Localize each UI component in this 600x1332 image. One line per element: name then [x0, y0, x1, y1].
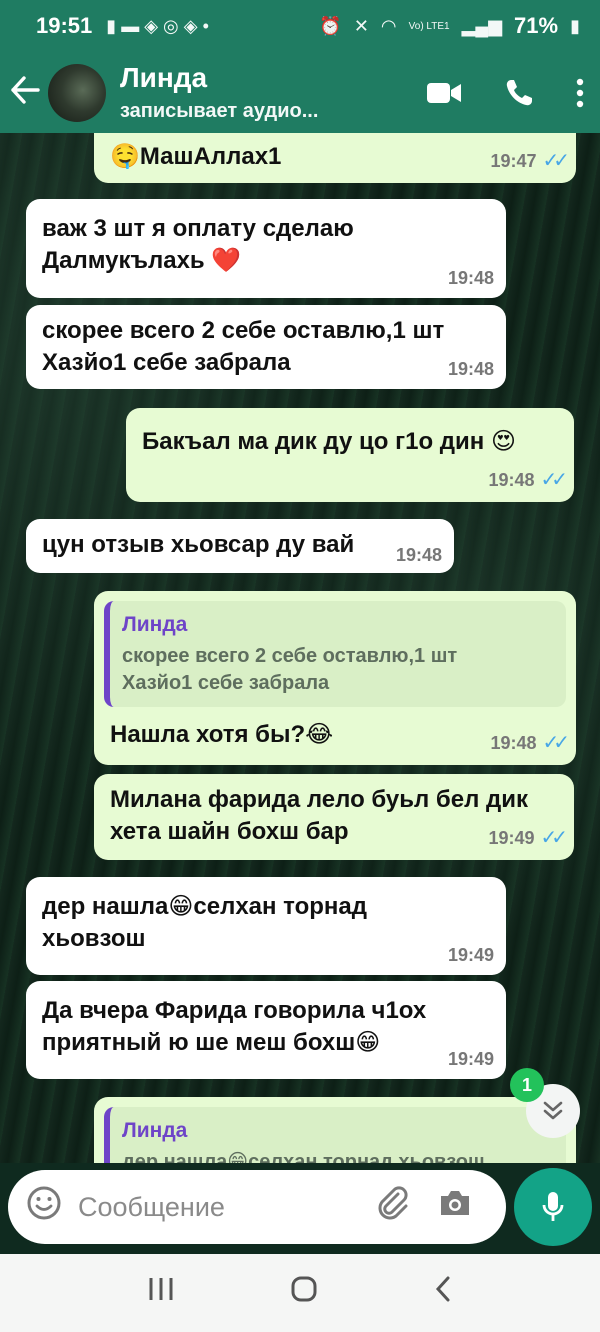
message-input[interactable] — [78, 1191, 348, 1223]
video-call-icon[interactable] — [426, 81, 462, 105]
network-label: Vo) LTE1 — [408, 20, 450, 32]
contact-status: записывает аудио... — [120, 100, 319, 122]
recent-apps-icon[interactable] — [147, 1276, 175, 1310]
message-bubble[interactable]: Да вчера Фарида говорила ч1ох приятный ю… — [26, 981, 506, 1079]
quote-text: скорее всего 2 себе оставлю,1 шт Хазйо1 … — [122, 645, 458, 695]
more-vert-icon[interactable] — [576, 78, 584, 108]
message-bubble[interactable]: цун отзыв хьовсар ду вай 19:48 — [26, 519, 454, 573]
message-bubble[interactable]: важ 3 шт я оплату сделаю Далмукълахь ❤️ … — [26, 199, 506, 298]
message-text: дер нашла😁селхан торнад хьовзош — [42, 893, 368, 953]
chat-toolbar: Линда записывает аудио... — [0, 52, 600, 133]
status-notification-icons: ▮ ▬ ◈ ◎ ◈ • — [106, 15, 209, 36]
message-text: Да вчера Фарида говорила ч1ох приятный ю… — [42, 997, 427, 1057]
status-bar: 19:51 ▮ ▬ ◈ ◎ ◈ • ⏰ ✕ ◠ Vo) LTE1 ▂▄▆ 71%… — [0, 0, 600, 52]
camera-icon[interactable] — [438, 1188, 472, 1226]
phone-icon[interactable] — [504, 78, 534, 108]
double-check-icon: ✓✓ — [540, 469, 567, 491]
message-time: 19:49 — [447, 1048, 494, 1069]
emoji-icon[interactable] — [26, 1185, 62, 1230]
message-bubble[interactable]: Милана фарида лело буьл бел дик хета шай… — [94, 774, 574, 860]
message-text: Бакъал ма дик ду цо г1о дин 😍 — [142, 428, 516, 455]
status-time: 19:51 — [36, 13, 93, 38]
system-nav-bar — [0, 1254, 600, 1332]
avatar[interactable] — [48, 63, 106, 122]
battery-level: 71% — [514, 13, 559, 38]
signal-icon: ▂▄▆ — [461, 15, 503, 36]
top-bar: 19:51 ▮ ▬ ◈ ◎ ◈ • ⏰ ✕ ◠ Vo) LTE1 ▂▄▆ 71%… — [0, 0, 600, 133]
paperclip-icon[interactable] — [376, 1186, 410, 1228]
message-text: скорее всего 2 себе оставлю,1 шт Хазйо1 … — [42, 317, 445, 377]
back-nav-icon[interactable] — [433, 1275, 453, 1311]
message-time: 19:48 — [488, 470, 535, 491]
message-text: цун отзыв хьовсар ду вай — [42, 531, 355, 558]
quoted-message[interactable]: Линда дер нашла😁селхан торнад хьовзош — [104, 1107, 566, 1163]
message-text: важ 3 шт я оплату сделаю Далмукълахь ❤️ — [42, 215, 354, 275]
double-check-icon: ✓✓ — [542, 150, 569, 172]
message-time: 19:48 — [395, 544, 442, 565]
quoted-message[interactable]: Линда скорее всего 2 себе оставлю,1 шт Х… — [104, 601, 566, 708]
message-time: 19:48 — [490, 733, 537, 754]
contact-name: Линда — [120, 62, 208, 93]
alarm-icon: ⏰ — [319, 15, 342, 36]
message-bubble[interactable]: Линда скорее всего 2 себе оставлю,1 шт Х… — [94, 591, 576, 765]
chat-area[interactable]: 🤤МашАллах1 19:47 ✓✓ важ 3 шт я оплату сде… — [0, 133, 600, 1163]
unread-badge: 1 — [510, 1068, 544, 1102]
message-time: 19:47 — [490, 151, 537, 172]
message-bubble[interactable]: 🤤МашАллах1 19:47 ✓✓ — [94, 133, 576, 183]
quote-text: дер нашла😁селхан торнад хьовзош — [122, 1151, 485, 1163]
message-bubble[interactable]: Бакъал ма дик ду цо г1о дин 😍 19:48 ✓✓ — [126, 408, 574, 502]
double-check-icon: ✓✓ — [540, 827, 567, 849]
message-composer — [8, 1170, 506, 1244]
message-bubble[interactable]: дер нашла😁селхан торнад хьовзош 19:49 — [26, 877, 506, 975]
back-arrow-icon[interactable] — [10, 75, 46, 110]
mic-icon[interactable] — [514, 1168, 592, 1246]
quote-author: Линда — [122, 1119, 188, 1142]
quote-author: Линда — [122, 613, 188, 636]
home-icon[interactable] — [290, 1275, 318, 1311]
mute-icon: ✕ — [353, 15, 369, 36]
message-text: МашАллах1 — [139, 143, 282, 170]
contact-info[interactable]: Линда записывает аудио... — [120, 62, 318, 123]
battery-icon: ▮ — [570, 15, 580, 36]
message-bubble[interactable]: Линда дер нашла😁селхан торнад хьовзош — [94, 1097, 576, 1163]
message-time: 19:49 — [447, 944, 494, 965]
message-time: 19:48 — [447, 267, 494, 288]
message-time: 19:49 — [488, 828, 535, 849]
message-bubble[interactable]: скорее всего 2 себе оставлю,1 шт Хазйо1 … — [26, 305, 506, 389]
wifi-icon: ◠ — [380, 15, 397, 36]
message-emoji: 🤤 — [110, 143, 140, 170]
message-time: 19:48 — [447, 358, 494, 379]
double-check-icon: ✓✓ — [542, 732, 569, 754]
